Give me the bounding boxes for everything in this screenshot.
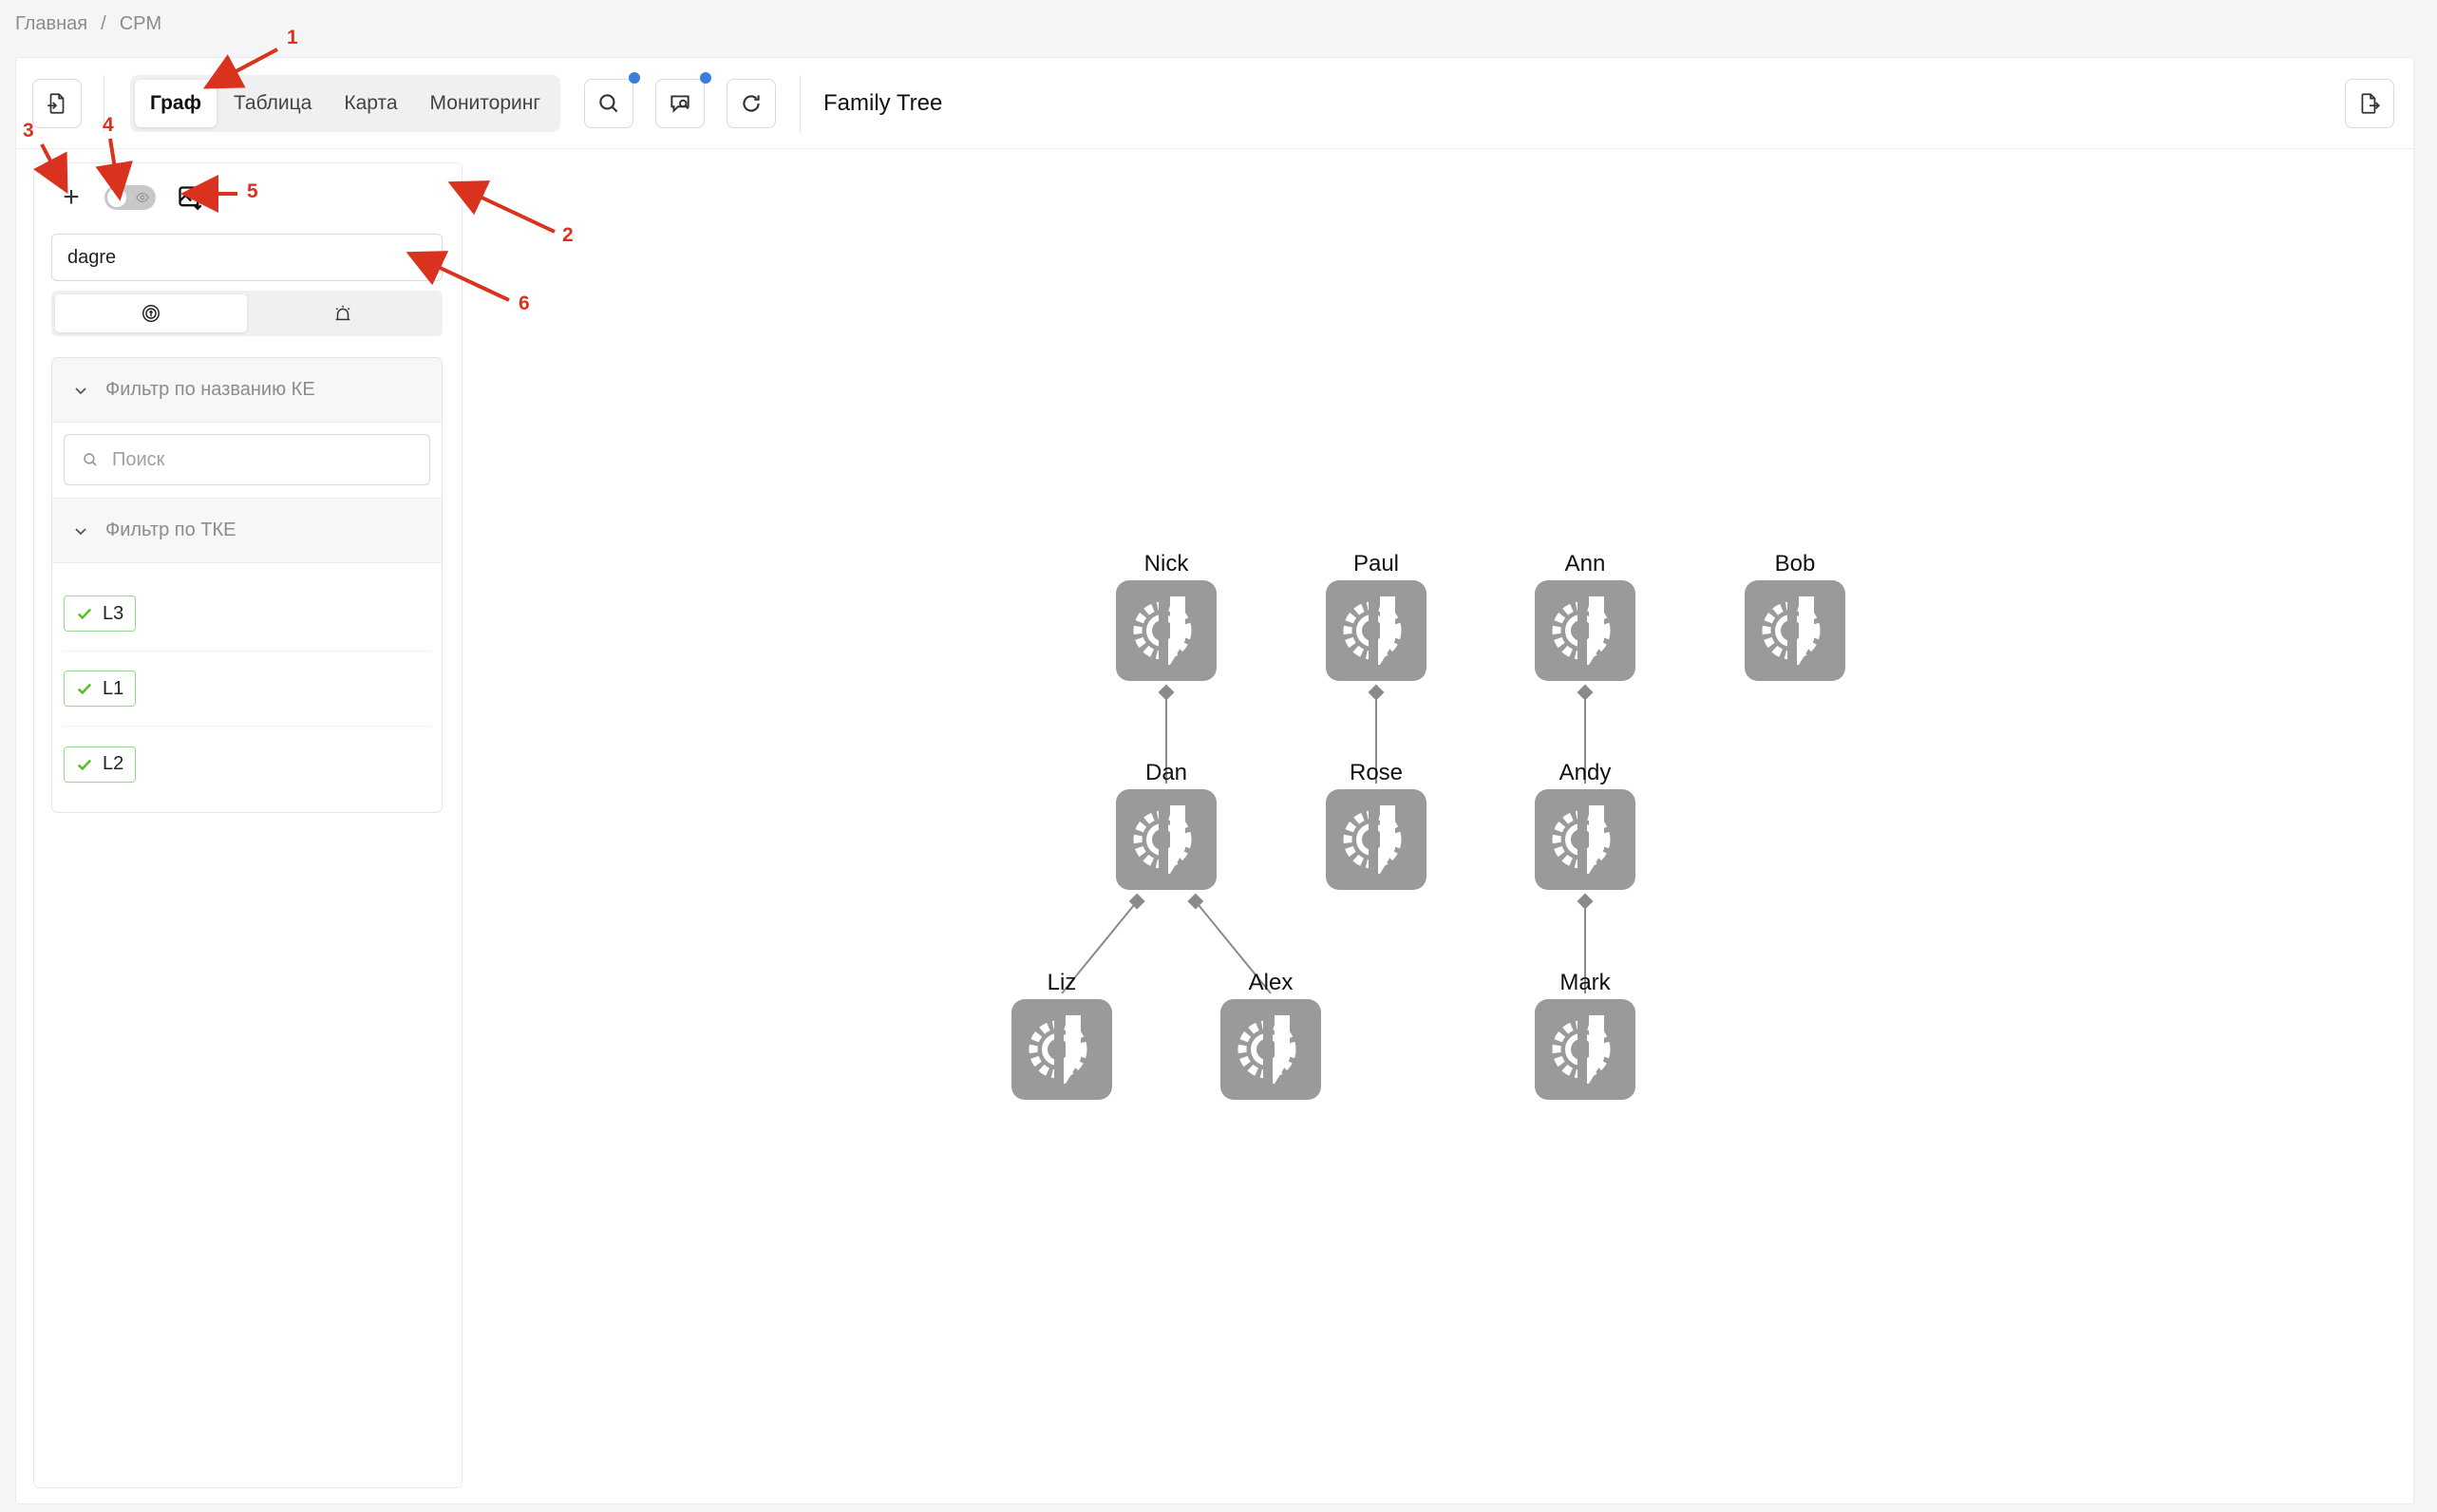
app-root: Главная / CPM Граф Таблица Карта Монитор… (0, 0, 2437, 1512)
annotation-arrow (406, 251, 510, 302)
annotation-arrow (447, 180, 556, 234)
annotation-arrow (95, 138, 133, 201)
annotation-arrow (33, 143, 68, 195)
annotation-arrows (33, 47, 556, 302)
annotation-arrow (202, 47, 278, 89)
